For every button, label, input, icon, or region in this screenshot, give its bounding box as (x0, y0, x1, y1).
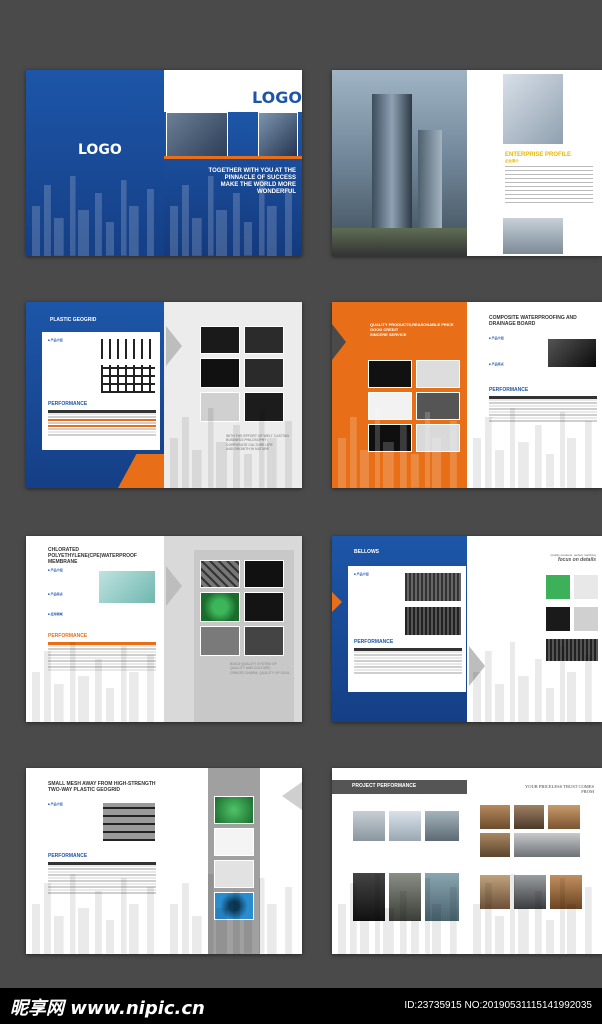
cover-building-photo-1 (166, 112, 228, 158)
geogrid-product-photo-1 (200, 326, 240, 354)
bellows-product-photo-1 (545, 574, 571, 600)
cpe-product-photo-4 (244, 592, 284, 622)
waterproofing-spec-page: COMPOSITE WATERPROOFING AND DRAINAGE BOA… (467, 302, 602, 488)
bellows-photo-page: Quality products, perfect matching focus… (467, 536, 602, 722)
project-photo-2 (388, 810, 422, 842)
bellows-performance: PERFORMANCE (354, 639, 394, 645)
cpe-spec-page: CHLORATED POLYETHYLENE(CPE)WATERPROOF ME… (26, 536, 164, 722)
geogrid-performance: PERFORMANCE (48, 401, 88, 407)
cover-left-logo: LOGO (78, 142, 122, 158)
waterproofing-photo-1 (368, 360, 412, 388)
project-photo-3 (424, 810, 460, 842)
spread-cpe-membrane: CHLORATED POLYETHYLENE(CPE)WATERPROOF ME… (26, 536, 302, 722)
cpe-product-photo-5 (200, 626, 240, 656)
project-photo-8 (513, 804, 545, 830)
spread-two-way-geogrid: SMALL MESH AWAY FROM HIGH-STRENGTH TWO-W… (26, 768, 302, 954)
spread-plastic-geogrid: PLASTIC GEOGRID ■ 产品介绍 PERFORMANCE WITH … (26, 302, 302, 488)
two-way-grid-photo (102, 802, 156, 842)
cpe-heading: CHLORATED POLYETHYLENE(CPE)WATERPROOF ME… (48, 547, 137, 565)
two-way-spec-page: SMALL MESH AWAY FROM HIGH-STRENGTH TWO-W… (26, 768, 164, 954)
bellows-product-photo-4 (573, 606, 599, 632)
spread-waterproofing-board: QUALITY PRODUCTS,REASONABLE PRICE GOOD C… (332, 302, 602, 488)
two-way-performance: PERFORMANCE (48, 853, 88, 859)
bellows-pipe-photo-2 (404, 606, 462, 636)
project-right-page: YOUR PRICELESS TRUST COMES FROM (467, 768, 602, 954)
bellows-focus: focus on details (557, 557, 596, 563)
two-way-product-photo-1 (214, 796, 254, 824)
project-photo-7 (479, 804, 511, 830)
cover-front-page: LOGO TOGETHER WITH YOU AT THE PINNACLE O… (164, 70, 302, 256)
geogrid-product-photo-2 (244, 326, 284, 354)
profile-photo-page (332, 70, 467, 256)
cpe-product-photo-2 (244, 560, 284, 588)
cpe-product-photo-1 (200, 560, 240, 588)
profile-subheading: 企业简介 (505, 159, 519, 163)
bellows-product-photo-2 (573, 574, 599, 600)
cpe-photo-page: BUILD QUALITY SYSTEM OF QUALITY AND CULT… (164, 536, 302, 722)
tower-photo (372, 94, 412, 244)
geogrid-grid-image-1 (100, 338, 156, 360)
image-id-text: ID:23735915 NO:20190531115141992035 (404, 1000, 592, 1011)
cover-right-logo: LOGO (252, 88, 302, 107)
geogrid-product-photo-4 (244, 358, 284, 388)
waterproofing-performance: PERFORMANCE (489, 387, 529, 393)
project-heading: PROJECT PERFORMANCE (352, 783, 417, 789)
waterproofing-photo-2 (416, 360, 460, 388)
project-trust-text: YOUR PRICELESS TRUST COMES FROM (525, 784, 594, 795)
cover-tagline: TOGETHER WITH YOU AT THE PINNACLE OF SUC… (208, 168, 296, 195)
project-photo-11 (513, 832, 581, 858)
profile-body-text (505, 166, 593, 206)
profile-heading: ENTERPRISE PROFILE (505, 152, 572, 158)
project-photo-9 (547, 804, 581, 830)
geogrid-product-photo-3 (200, 358, 240, 388)
profile-text-page: ENTERPRISE PROFILE 企业简介 (467, 70, 602, 256)
cover-building-photo-2 (258, 112, 298, 158)
profile-building-photo (503, 74, 563, 144)
project-photo-1 (352, 810, 386, 842)
two-way-product-photo-2 (214, 828, 254, 856)
cover-back-page: LOGO (26, 70, 164, 256)
project-left-page: PROJECT PERFORMANCE (332, 768, 467, 954)
geogrid-photo-page: WITH THE EFFORT OF WELT CASTING BUSINESS… (164, 302, 302, 488)
bellows-pipe-photo-1 (404, 572, 462, 602)
bellows-product-photo-3 (545, 606, 571, 632)
spread-enterprise-profile: ENTERPRISE PROFILE 企业简介 (332, 70, 602, 256)
project-photo-10 (479, 832, 511, 858)
waterproofing-tagline: QUALITY PRODUCTS,REASONABLE PRICE GOOD C… (370, 322, 454, 337)
geogrid-spec-page: PLASTIC GEOGRID ■ 产品介绍 PERFORMANCE (26, 302, 164, 488)
waterproofing-photo-page: QUALITY PRODUCTS,REASONABLE PRICE GOOD C… (332, 302, 467, 488)
watermark-footer: 昵享网 www.nipic.cn ID:23735915 NO:20190531… (0, 988, 602, 1024)
bellows-heading: BELLOWS (354, 549, 379, 555)
spread-bellows: BELLOWS ■ 产品介绍 PERFORMANCE Quality produ… (332, 536, 602, 722)
bellows-spec-page: BELLOWS ■ 产品介绍 PERFORMANCE (332, 536, 467, 722)
geogrid-performance-table (48, 410, 156, 437)
cpe-product-photo-6 (244, 626, 284, 656)
site-watermark-logo: 昵享网 www.nipic.cn (10, 998, 205, 1019)
waterproofing-roll-photo (547, 338, 597, 368)
geogrid-heading: PLASTIC GEOGRID (50, 317, 97, 323)
spread-project-performance: PROJECT PERFORMANCE YOUR PRICELESS TRUST… (332, 768, 602, 954)
geogrid-grid-image-2 (100, 364, 156, 394)
cpe-roll-photo (98, 570, 156, 604)
profile-building-photo-2 (503, 218, 563, 254)
bellows-performance-table (354, 648, 462, 675)
two-way-heading: SMALL MESH AWAY FROM HIGH-STRENGTH TWO-W… (48, 781, 156, 793)
cpe-tagline: BUILD QUALITY SYSTEM OF QUALITY AND CULT… (230, 662, 290, 675)
waterproofing-heading: COMPOSITE WATERPROOFING AND DRAINAGE BOA… (489, 315, 577, 327)
two-way-photo-page (164, 768, 302, 954)
cpe-product-photo-3 (200, 592, 240, 622)
spread-cover: LOGO LOGO TOGETHER WITH YOU AT THE PINNA… (26, 70, 302, 256)
